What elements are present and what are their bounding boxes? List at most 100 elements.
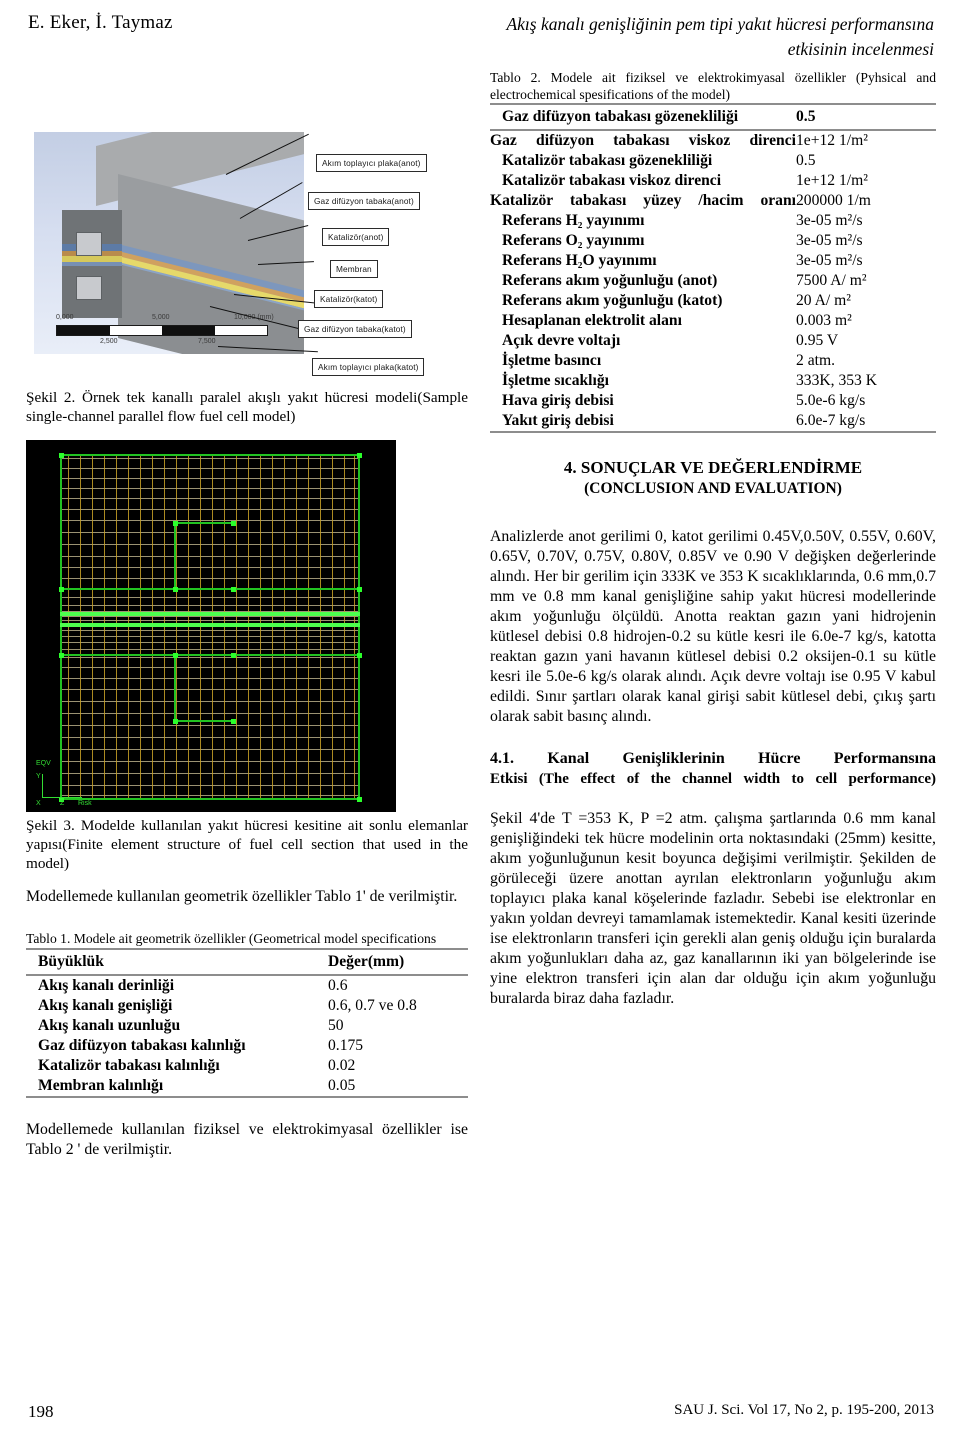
table-row: Referans H₂ yayınımı 3e-05 m²/s xyxy=(490,211,936,231)
table-2-value: 333K, 353 K xyxy=(796,372,877,389)
layer-interface-membrane-top xyxy=(60,612,360,616)
scale-seg-2 xyxy=(109,326,162,335)
table-2-key: Hesaplanan elektrolit alanı xyxy=(502,312,682,329)
document-page: E. Eker, İ. Taymaz Akış kanalı genişliği… xyxy=(0,0,960,1440)
table-2-key: Referans H₂ yayınımı xyxy=(502,212,645,229)
mesh-node xyxy=(357,587,362,592)
scale-bar-graphic xyxy=(56,325,268,336)
table-1-key: Katalizör tabakası kalınlığı xyxy=(38,1056,220,1074)
table-2-value: 5.0e-6 kg/s xyxy=(796,392,866,409)
table-row: Katalizör tabakası kalınlığı 0.02 xyxy=(26,1056,468,1076)
table-1-value: 0.05 xyxy=(328,1076,356,1094)
layer-interface-membrane-bottom xyxy=(60,623,360,627)
table-2-value: 7500 A/ m² xyxy=(796,272,867,289)
table-2-body: Gaz difüzyon tabakası gözenekliliği 0.5 … xyxy=(490,104,936,432)
table-row: Katalizör tabakası viskoz direnci 1e+12 … xyxy=(490,171,936,191)
mesh-node xyxy=(231,587,236,592)
channel-upper-left xyxy=(174,522,176,588)
table-2-key: Referans akım yoğunluğu (katot) xyxy=(502,292,723,309)
axis-label-risk: Risk xyxy=(78,800,92,807)
mesh-node xyxy=(173,719,178,724)
page-footer: 198 SAU J. Sci. Vol 17, No 2, p. 195-200… xyxy=(0,1402,960,1424)
section-4-1-heading-en: Etkisi (The effect of the channel width … xyxy=(490,771,936,787)
section-4-1-heading: 4.1. Kanal Genişliklerinin Hücre Perform… xyxy=(490,749,936,789)
table-2-value: 1e+12 1/m² xyxy=(796,132,868,149)
table-1-value: 0.6 xyxy=(328,976,348,994)
table-2-value: 3e-05 m²/s xyxy=(796,252,863,269)
mesh-boundary-top xyxy=(60,454,360,456)
figure-2-scale-bar: 0,000 5,000 10,000 (mm) 2,500 7,500 xyxy=(56,314,292,348)
table-row: Açık devre voltajı 0.95 V xyxy=(490,331,936,351)
table-2-value: 1e+12 1/m² xyxy=(796,172,868,189)
running-head-title: Akış kanalı genişliğinin pem tipi yakıt … xyxy=(414,12,934,62)
table-2-header-row: Gaz difüzyon tabakası gözenekliliği 0.5 xyxy=(490,104,936,130)
axis-label-y: Y xyxy=(36,773,41,780)
table-2-value: 3e-05 m²/s xyxy=(796,232,863,249)
table-1-value: 0.6, 0.7 ve 0.8 xyxy=(328,996,417,1014)
table-1-key: Akış kanalı uzunluğu xyxy=(38,1016,181,1034)
table-1-caption: Tablo 1. Modele ait geometrik özellikler… xyxy=(26,931,437,946)
axis-label-x: X xyxy=(36,800,41,807)
mesh-node xyxy=(173,653,178,658)
table-1-header-quantity: Büyüklük xyxy=(38,952,104,970)
scale-seg-1 xyxy=(57,326,110,335)
table-1-value: 0.02 xyxy=(328,1056,356,1074)
running-head-title-line2: etkisinin incelenmesi xyxy=(787,39,934,59)
table-row: Referans H₂O yayınımı 3e-05 m²/s xyxy=(490,251,936,271)
table-2-key: Açık devre voltajı xyxy=(502,332,621,349)
axis-triad: EQV Y X Z Risk xyxy=(34,760,110,807)
axis-x-line xyxy=(42,797,82,798)
table-1-header-value: Değer(mm) xyxy=(328,952,405,970)
mesh-node xyxy=(231,719,236,724)
model-channel-hole-lower xyxy=(76,276,102,300)
table-2-value: 3e-05 m²/s xyxy=(796,212,863,229)
table-2-key: İşletme basıncı xyxy=(502,352,602,369)
table-row: Hava giriş debisi 5.0e-6 kg/s xyxy=(490,391,936,411)
model-channel-hole-upper xyxy=(76,232,102,256)
left-paragraph-1: Modellemede kullanılan geometrik özellik… xyxy=(26,888,458,905)
section-4-heading: 4. SONUÇLAR VE DEĞERLENDİRME (CONCLUSION… xyxy=(490,457,936,499)
mesh-boundary-right xyxy=(358,454,360,800)
table-2-key: Katalizör tabakası gözenekliliği xyxy=(502,152,713,169)
mesh-node xyxy=(357,797,362,802)
table-1-value: 0.175 xyxy=(328,1036,364,1054)
scale-tick-0: 0,000 xyxy=(56,314,74,321)
journal-ref: SAU J. Sci. Vol 17, No 2, p. 195-200, 20… xyxy=(674,1402,934,1418)
figure-2: 0,000 5,000 10,000 (mm) 2,500 7,500 xyxy=(26,70,468,388)
table-2-key: Katalizör tabakası yüzey /hacim oranı xyxy=(490,192,796,209)
table-row: İşletme basıncı 2 atm. xyxy=(490,351,936,371)
table-row: Referans akım yoğunluğu (anot) 7500 A/ m… xyxy=(490,271,936,291)
section-4-1-heading-tr: 4.1. Kanal Genişliklerinin Hücre Perform… xyxy=(490,750,936,767)
axis-label-z: Z xyxy=(60,800,65,807)
left-paragraph-2: Modellemede kullanılan fiziksel ve elekt… xyxy=(26,1120,468,1158)
table-2-key: Referans H₂O yayınımı xyxy=(502,252,657,269)
table-2-value: 20 A/ m² xyxy=(796,292,851,309)
scale-seg-4 xyxy=(214,326,267,335)
running-head: E. Eker, İ. Taymaz Akış kanalı genişliği… xyxy=(0,12,960,72)
figure-2-caption: Şekil 2. Örnek tek kanallı paralel akışl… xyxy=(26,389,468,425)
table-2-key: Yakıt giriş debisi xyxy=(502,412,614,429)
mesh-node xyxy=(59,653,64,658)
table-row: İşletme sıcaklığı 333K, 353 K xyxy=(490,371,936,391)
mesh-node xyxy=(357,453,362,458)
mesh-node xyxy=(231,653,236,658)
right-column: Tablo 2. Modele ait fiziksel ve elektrok… xyxy=(490,70,936,1009)
page-number: 198 xyxy=(28,1402,54,1421)
figure-3-caption: Şekil 3. Modelde kullanılan yakıt hücres… xyxy=(26,817,468,872)
table-2-value: 2 atm. xyxy=(796,352,835,369)
table-2-value: 6.0e-7 kg/s xyxy=(796,412,866,429)
section-4-paragraph-1: Analizlerde anot gerilimi 0, katot geril… xyxy=(490,528,936,725)
table-row: Katalizör tabakası gözenekliliği 0.5 xyxy=(490,151,936,171)
table-1-key: Akış kanalı derinliği xyxy=(38,976,175,994)
table-2-key: Referans O₂ yayınımı xyxy=(502,232,645,249)
channel-upper-top xyxy=(174,522,234,524)
table-row: Katalizör tabakası yüzey /hacim oranı 20… xyxy=(490,191,936,211)
table-1: Büyüklük Değer(mm) Akış kanalı derinliği… xyxy=(26,948,468,1098)
table-row: Akış kanalı genişliği 0.6, 0.7 ve 0.8 xyxy=(26,996,468,1016)
mesh-node xyxy=(231,521,236,526)
mesh-node xyxy=(173,521,178,526)
table-1-key: Membran kalınlığı xyxy=(38,1076,164,1094)
figure-2-image: 0,000 5,000 10,000 (mm) 2,500 7,500 xyxy=(34,132,304,354)
table-1-value: 50 xyxy=(328,1016,344,1034)
callout-catalyst-anode: Katalizör(anot) xyxy=(322,228,390,246)
